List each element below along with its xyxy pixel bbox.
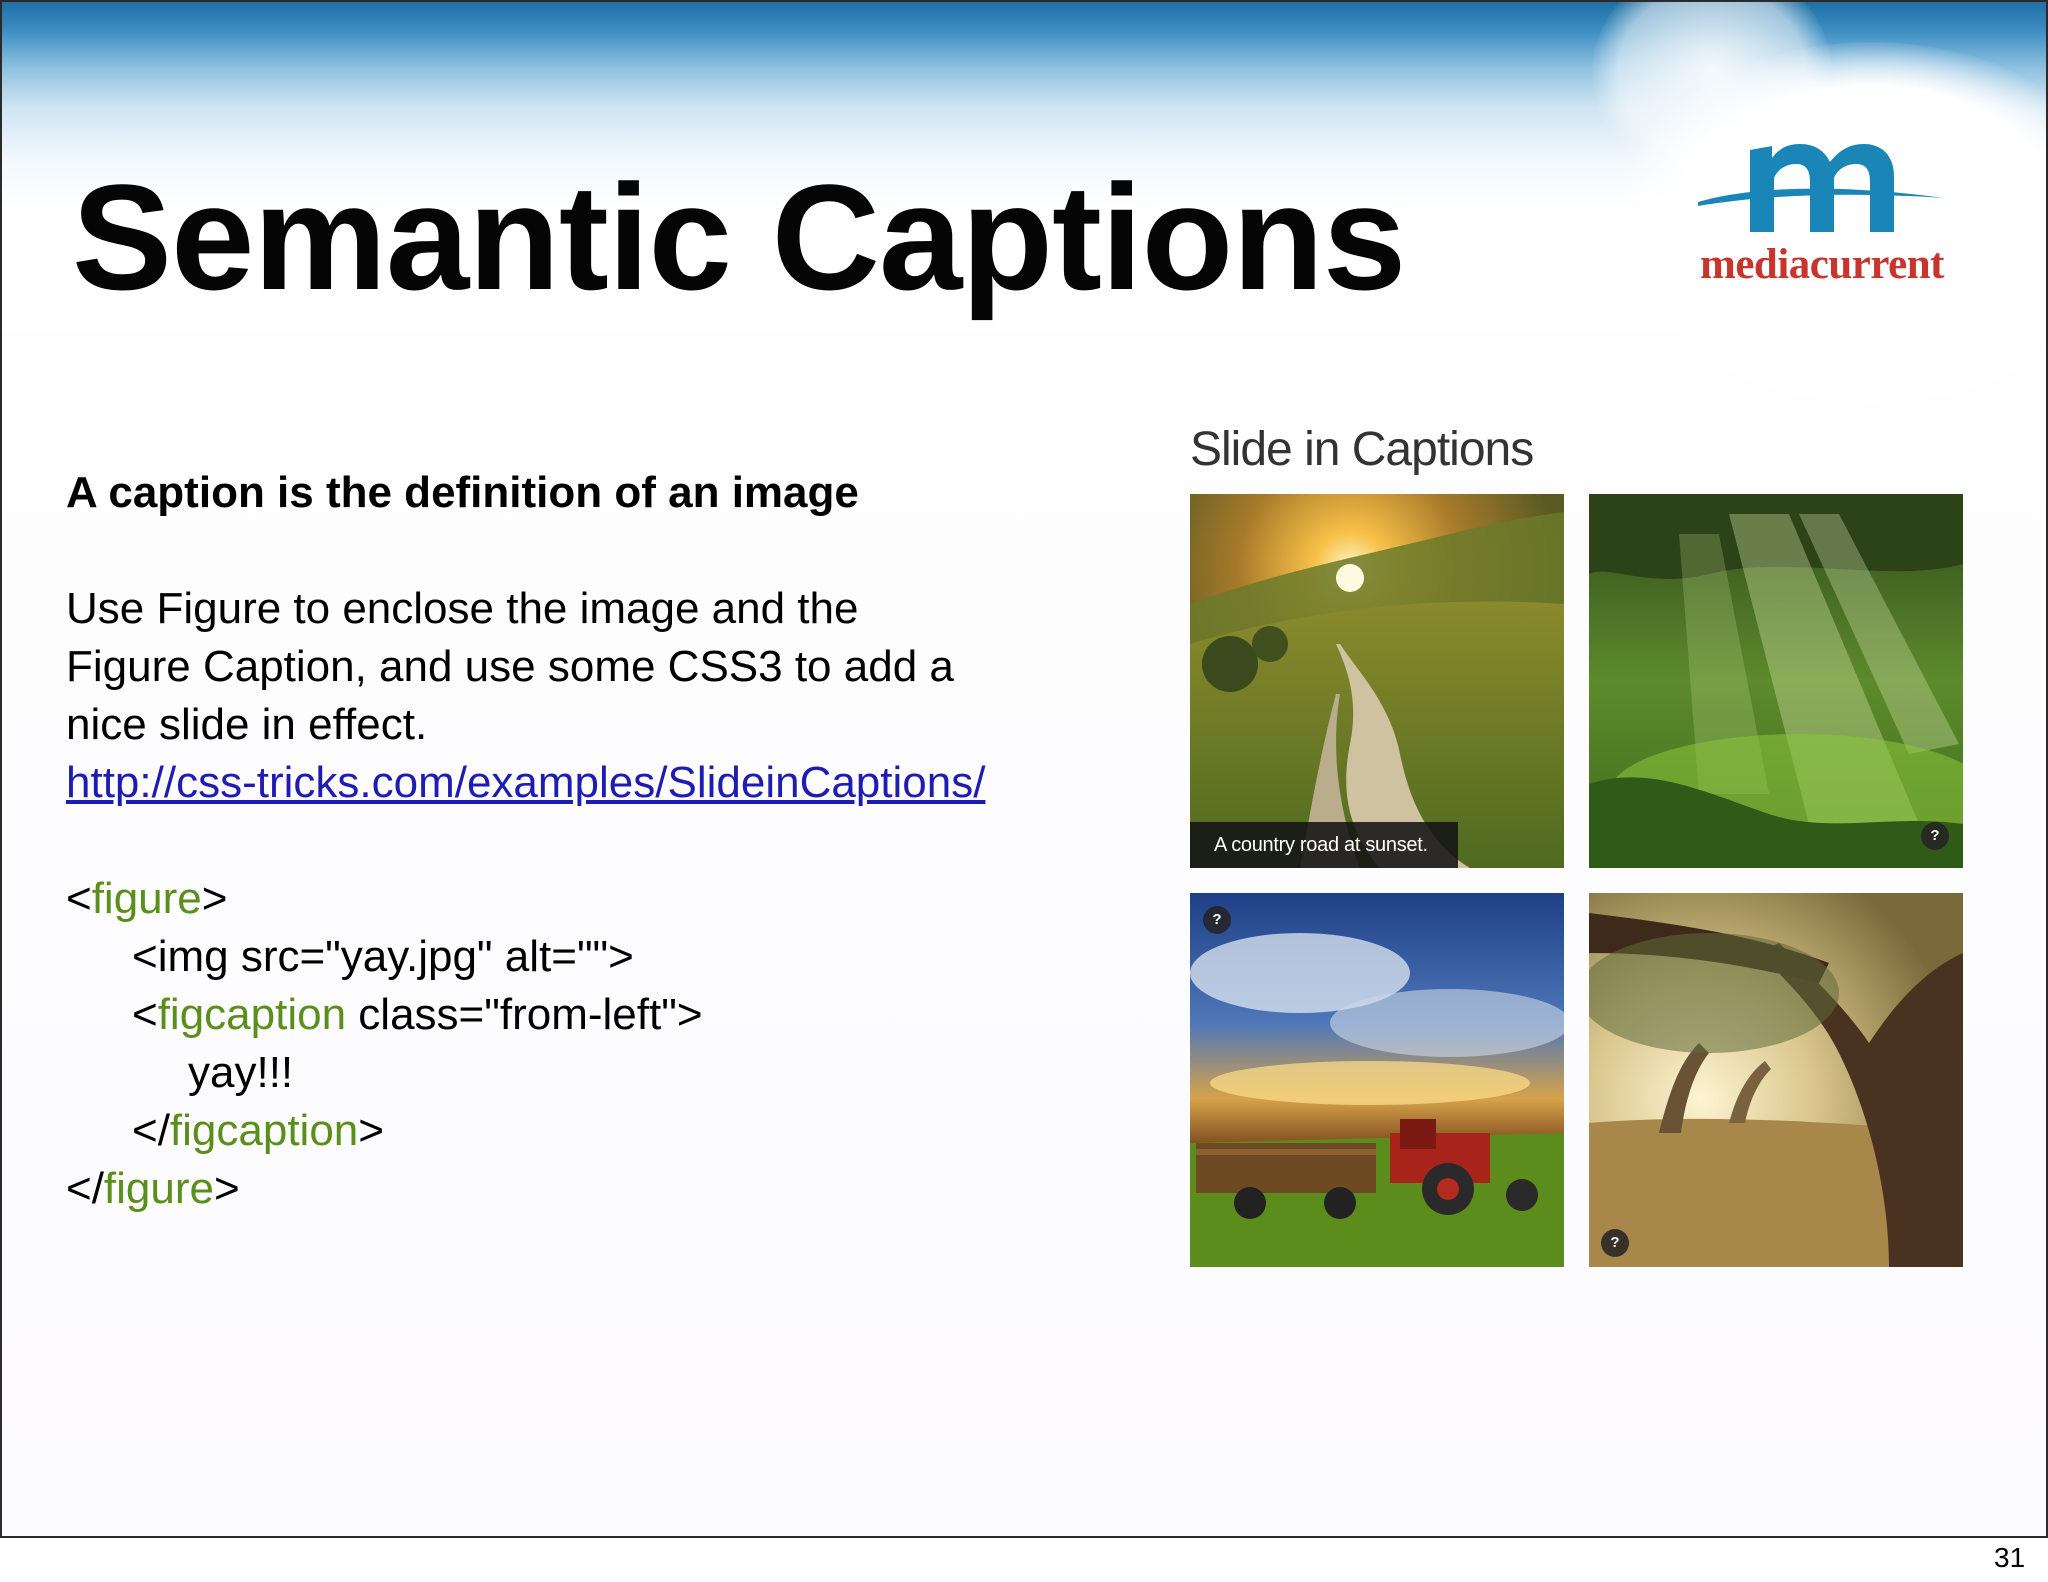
code-keyword: figcaption xyxy=(157,990,347,1039)
slide: Semantic Captions mediacurrent A caption… xyxy=(0,0,2048,1538)
code-sample: <figure> <img src="yay.jpg" alt=""> <fig… xyxy=(66,870,1166,1218)
page-number: 31 xyxy=(1994,1542,2026,1573)
code-token: > xyxy=(201,874,228,923)
paragraph-line: Figure Caption, and use some CSS3 to add… xyxy=(66,642,954,691)
code-line: <img src="yay.jpg" alt=""> xyxy=(132,932,634,981)
lead-text: A caption is the definition of an image xyxy=(66,468,859,517)
code-line: <figure> xyxy=(66,870,1166,928)
code-token: </ xyxy=(66,1164,104,1213)
css-tricks-link[interactable]: http://css-tricks.com/examples/SlideinCa… xyxy=(66,758,985,807)
code-keyword: figure xyxy=(91,874,202,923)
help-icon[interactable]: ? xyxy=(1601,1229,1629,1257)
code-token: > xyxy=(358,1106,384,1155)
olive-grove-image xyxy=(1589,893,1963,1267)
tractor-image xyxy=(1190,893,1564,1267)
help-icon[interactable]: ? xyxy=(1203,906,1231,934)
paragraph-line: nice slide in effect. xyxy=(66,700,428,749)
code-token: </ xyxy=(132,1106,170,1155)
code-line: </figcaption> xyxy=(66,1102,1166,1160)
photo-tractor[interactable]: ? xyxy=(1190,893,1564,1267)
slide-body: A caption is the definition of an image … xyxy=(66,464,1166,1218)
demo-title: Slide in Captions xyxy=(1190,423,1534,476)
paragraph-line: Use Figure to enclose the image and the xyxy=(66,584,859,633)
mediacurrent-logo: mediacurrent xyxy=(1692,120,1952,290)
code-token: < xyxy=(66,874,92,923)
photo-olive-grove[interactable]: ? xyxy=(1589,893,1963,1267)
logo-m-icon xyxy=(1698,144,1944,232)
code-keyword: figcaption xyxy=(169,1106,359,1155)
figure-caption: A country road at sunset. xyxy=(1190,822,1458,868)
photo-country-road[interactable]: A country road at sunset. xyxy=(1190,494,1564,868)
code-line: <figcaption class="from-left"> xyxy=(66,986,1166,1044)
description-paragraph: Use Figure to enclose the image and the … xyxy=(66,580,1166,754)
forest-image xyxy=(1589,494,1963,868)
photo-forest[interactable]: ? xyxy=(1589,494,1963,868)
country-road-image xyxy=(1190,494,1564,868)
code-keyword: figure xyxy=(103,1164,214,1213)
logo-wordmark: mediacurrent xyxy=(1700,241,1944,288)
code-token: < xyxy=(132,990,158,1039)
code-line: yay!!! xyxy=(188,1048,294,1097)
slide-title: Semantic Captions xyxy=(72,153,1406,321)
code-token: class="from-left"> xyxy=(346,990,703,1039)
help-icon[interactable]: ? xyxy=(1921,822,1949,850)
code-line: </figure> xyxy=(66,1160,1166,1218)
code-token: > xyxy=(214,1164,240,1213)
